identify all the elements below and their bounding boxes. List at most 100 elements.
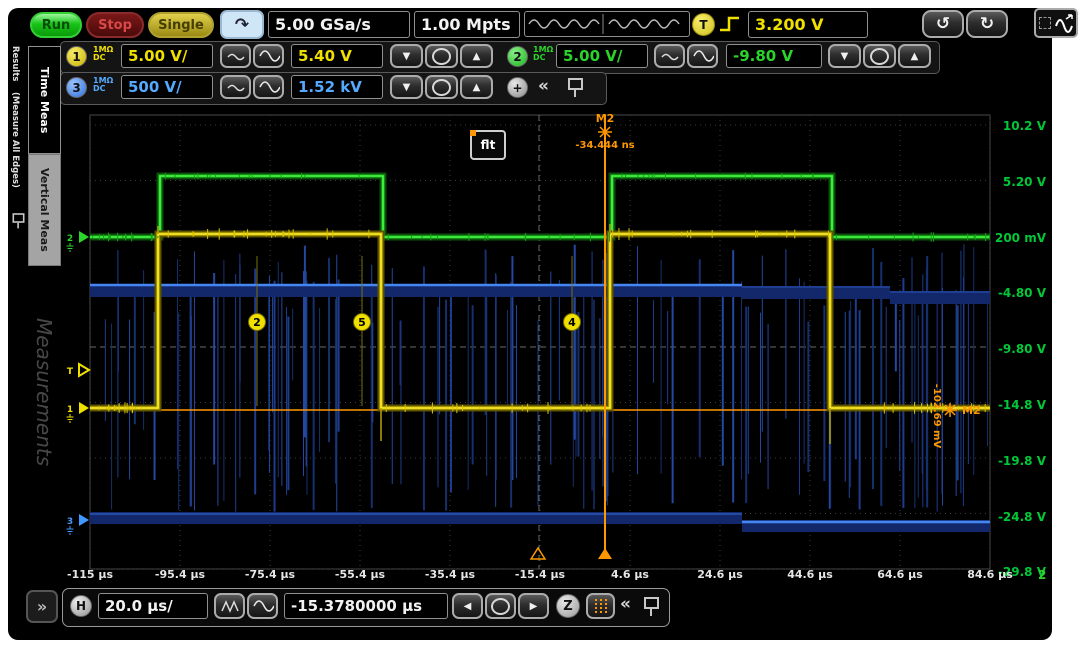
channel-1-scale-large-button[interactable] [253,44,284,68]
channel-1-scale-small-button[interactable] [220,44,251,68]
chevron-down-icon: ▼ [403,82,411,93]
voltage-axis-label: 5.20 V [1003,175,1046,189]
svg-text:2: 2 [67,234,73,244]
channel-2-scale-small-button[interactable] [654,44,685,68]
waveform-arrow-icon [1054,13,1074,33]
delay-right-button[interactable]: ▶ [518,593,549,619]
voltage-axis-label: -14.8 V [998,398,1046,412]
time-axis-label: 64.6 µs [877,568,923,581]
channel-3-offset-field[interactable]: 1.52 kV [291,75,383,99]
time-axis-label: 84.6 µs [967,568,1013,581]
dotted-lines-icon [592,597,610,615]
single-button[interactable]: Single [148,12,214,38]
delay-zero-button[interactable] [485,593,516,619]
time-axis-label: -15.4 µs [515,568,565,581]
tab-vertical-meas[interactable]: Vertical Meas [28,154,61,266]
timebase-zoom-out-button[interactable] [247,593,278,619]
search-markers-button[interactable] [586,593,615,619]
time-axis-label: 24.6 µs [697,568,743,581]
oval-icon [432,48,451,65]
voltage-axis-label: -19.8 V [998,454,1046,468]
channel-1-scale-field[interactable]: 5.00 V/ [121,44,213,68]
svg-text:3: 3 [67,517,73,527]
horizontal-pin-icon[interactable] [644,597,659,609]
results-label: Results [10,46,20,81]
channel-2-scale-field[interactable]: 5.00 V/ [556,44,648,68]
collapse-horizontal-bar-button[interactable]: « [620,594,631,614]
oscilloscope-screen: { "top_bar": { "run": "Run", "stop": "St… [0,0,1080,645]
svg-text:-34.444 ns: -34.444 ns [575,140,634,151]
redo-icon: ↻ [980,14,994,34]
undo-button[interactable]: ↺ [922,10,964,38]
svg-text:4: 4 [568,316,576,329]
svg-text:1: 1 [67,405,73,415]
channel-1-offset-up-button[interactable]: ▲ [460,44,493,68]
channel-2-offset-down-button[interactable]: ▼ [828,44,861,68]
chevron-left-icon: ◀ [464,601,472,612]
delay-left-button[interactable]: ◀ [452,593,483,619]
channel-2-badge[interactable]: 2 [507,46,528,67]
oval-icon [491,598,510,615]
tab-time-meas[interactable]: Time Meas [28,46,61,154]
time-axis-label: 4.6 µs [611,568,649,581]
oval-icon [870,48,889,65]
channel-3-badge[interactable]: 3 [66,77,87,98]
trigger-edge-icon[interactable] [718,13,744,39]
results-tab[interactable]: Results (Measure All Edges) [10,46,20,206]
channel-3-offset-up-button[interactable]: ▲ [460,75,493,99]
preview-waveform-icon [525,12,689,36]
trigger-source-badge[interactable]: T [692,13,715,36]
run-button[interactable]: Run [30,12,82,38]
channel-1-offset-field[interactable]: 5.40 V [291,44,383,68]
svg-text:-102.69 mV: -102.69 mV [931,384,942,449]
results-sublabel: (Measure All Edges) [10,84,20,188]
timebase-field[interactable]: 20.0 µs/ [98,593,208,619]
acquisition-preview[interactable] [524,11,690,37]
svg-text:M2: M2 [962,404,981,417]
undo-icon: ↺ [936,14,950,34]
oval-icon [432,79,451,96]
channel-3-scale-large-button[interactable] [253,75,284,99]
expand-sidebar-button[interactable]: » [26,590,58,623]
channel-3-offset-zero-button[interactable] [425,75,458,99]
replay-arrow-button[interactable]: ↷ [220,10,264,39]
timebase-zoom-in-button[interactable] [214,593,245,619]
chevron-up-icon: ▲ [473,51,481,62]
filter-badge: flt [470,130,506,160]
add-channel-button[interactable]: + [507,77,528,98]
time-axis: -115 µs-95.4 µs-75.4 µs-55.4 µs-35.4 µs-… [62,568,992,584]
horizontal-badge[interactable]: H [70,595,92,617]
memory-depth-readout: 1.00 Mpts [414,11,520,38]
delay-field[interactable]: -15.3780000 µs [284,593,448,619]
channel-3-scale-small-button[interactable] [220,75,251,99]
channel-2-scale-large-button[interactable] [687,44,718,68]
results-pin-icon[interactable] [13,213,25,223]
channel-2-offset-field[interactable]: -9.80 V [726,44,822,68]
chevron-up-icon: ▲ [473,82,481,93]
channel-1-badge[interactable]: 1 [66,46,87,67]
chevron-up-icon: ▲ [911,51,919,62]
time-axis-label: 44.6 µs [787,568,833,581]
svg-text:5: 5 [358,316,366,329]
zoom-mode-button[interactable]: Z [556,594,580,618]
stop-button[interactable]: Stop [86,12,144,38]
sample-rate-readout: 5.00 GSa/s [268,11,410,38]
time-axis-label: -35.4 µs [425,568,475,581]
svg-text:2: 2 [253,316,261,329]
collapse-channel-bar-button[interactable]: « [538,76,549,96]
channel-2-offset-zero-button[interactable] [863,44,896,68]
channel-1-coupling: 1MΩDC [93,46,113,62]
channel-1-offset-down-button[interactable]: ▼ [390,44,423,68]
chevron-down-icon: ▼ [841,51,849,62]
curved-arrow-icon: ↷ [235,15,249,35]
pin-icon[interactable] [568,78,583,90]
channel-2-offset-up-button[interactable]: ▲ [898,44,931,68]
measurements-watermark: Measurements [32,318,56,548]
voltage-axis-label: 200 mV [995,231,1046,245]
trigger-level-readout[interactable]: 3.200 V [748,11,868,38]
channel-3-offset-down-button[interactable]: ▼ [390,75,423,99]
channel-3-scale-field[interactable]: 500 V/ [121,75,213,99]
svg-text:T: T [67,367,74,377]
waveform-plot[interactable]: M2-34.444 nsM2-102.69 mV2542T13 [62,106,992,588]
channel-1-offset-zero-button[interactable] [425,44,458,68]
